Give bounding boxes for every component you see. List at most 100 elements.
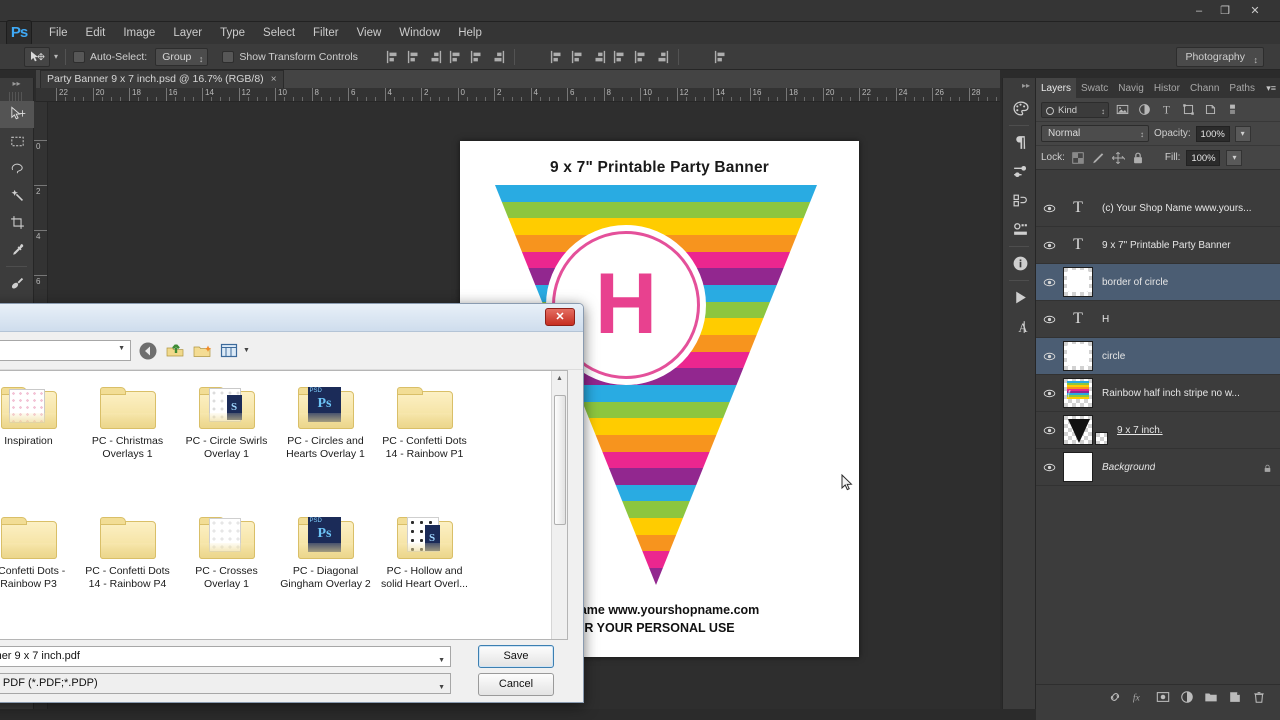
- file-item[interactable]: PSD Ps PC - Circles and Hearts Overlay 1: [276, 379, 375, 509]
- fill-input[interactable]: 100%: [1186, 149, 1221, 166]
- layer-name[interactable]: Rainbow half inch stripe no w...: [1102, 388, 1240, 399]
- layer-row[interactable]: Background: [1036, 449, 1280, 486]
- adjustments-icon[interactable]: [1003, 157, 1037, 186]
- layer-name[interactable]: circle: [1102, 351, 1125, 362]
- new-folder-icon[interactable]: [192, 341, 212, 361]
- layer-row[interactable]: T (c) Your Shop Name www.yours...: [1036, 190, 1280, 227]
- close-button[interactable]: ✕: [1244, 4, 1266, 18]
- filter-shape-icon[interactable]: [1179, 102, 1197, 118]
- menu-item-window[interactable]: Window: [390, 24, 449, 42]
- minimize-button[interactable]: –: [1188, 4, 1210, 18]
- layer-name[interactable]: 9 x 7 inch.: [1117, 425, 1163, 436]
- menu-item-view[interactable]: View: [348, 24, 391, 42]
- file-list-scrollbar[interactable]: ▲: [551, 371, 567, 639]
- file-item[interactable]: PC - Christmas Overlays 1: [78, 379, 177, 509]
- menu-item-filter[interactable]: Filter: [304, 24, 348, 42]
- layer-row[interactable]: border of circle: [1036, 264, 1280, 301]
- timeline-play-icon[interactable]: [1003, 283, 1037, 312]
- distribute-horizontal-centers-icon[interactable]: [632, 48, 650, 66]
- scrollbar-thumb[interactable]: [554, 395, 566, 525]
- panel-tab-layers[interactable]: Layers: [1036, 78, 1077, 98]
- panel-tab-swatc[interactable]: Swatc: [1076, 78, 1113, 98]
- menu-item-select[interactable]: Select: [254, 24, 304, 42]
- layer-name[interactable]: H: [1102, 314, 1109, 325]
- color-palette-icon[interactable]: [1003, 94, 1037, 123]
- actions-icon[interactable]: [1003, 215, 1037, 244]
- tools-drag-handle[interactable]: [9, 92, 24, 101]
- file-item[interactable]: PC - Confetti Dots 14 - Rainbow P4: [78, 509, 177, 639]
- filter-toggle-icon[interactable]: [1223, 102, 1241, 118]
- path-combobox[interactable]: [0, 340, 131, 361]
- align-top-edges-icon[interactable]: [447, 48, 465, 66]
- align-left-edges-icon[interactable]: [384, 48, 402, 66]
- distribute-bottom-edges-icon[interactable]: [590, 48, 608, 66]
- close-tab-icon[interactable]: ×: [271, 71, 277, 88]
- auto-select-scope-select[interactable]: Group: [155, 47, 209, 68]
- layer-visibility-toggle[interactable]: [1036, 227, 1063, 264]
- file-item[interactable]: S PC - Circle Swirls Overlay 1: [177, 379, 276, 509]
- new-layer-icon[interactable]: [1228, 690, 1242, 704]
- layer-visibility-toggle[interactable]: [1036, 412, 1063, 449]
- document-tab[interactable]: Party Banner 9 x 7 inch.psd @ 16.7% (RGB…: [40, 70, 284, 88]
- fill-stepper[interactable]: ▾: [1226, 149, 1243, 166]
- layer-name[interactable]: 9 x 7" Printable Party Banner: [1102, 240, 1231, 251]
- views-icon[interactable]: [219, 341, 239, 361]
- menu-item-image[interactable]: Image: [114, 24, 164, 42]
- layer-style-fx-icon[interactable]: fx: [1132, 690, 1146, 704]
- layer-name[interactable]: border of circle: [1102, 277, 1168, 288]
- auto-align-layers-icon[interactable]: [712, 48, 730, 66]
- up-one-level-icon[interactable]: [165, 341, 185, 361]
- lock-all-icon[interactable]: [1131, 151, 1145, 165]
- magic-wand-tool[interactable]: [0, 182, 34, 209]
- filter-adjustment-icon[interactable]: [1135, 102, 1153, 118]
- opacity-input[interactable]: 100%: [1195, 125, 1230, 142]
- filter-type-icon[interactable]: T: [1157, 102, 1175, 118]
- cancel-button[interactable]: Cancel: [478, 673, 554, 696]
- layer-visibility-toggle[interactable]: [1036, 375, 1063, 412]
- layer-visibility-toggle[interactable]: [1036, 301, 1063, 338]
- layer-visibility-toggle[interactable]: [1036, 338, 1063, 375]
- panel-tab-histor[interactable]: Histor: [1149, 78, 1185, 98]
- layer-visibility-toggle[interactable]: [1036, 449, 1063, 486]
- layer-row[interactable]: circle: [1036, 338, 1280, 375]
- align-vertical-centers-icon[interactable]: [468, 48, 486, 66]
- scroll-up-icon[interactable]: ▲: [552, 371, 567, 387]
- file-item[interactable]: S PC - Hollow and solid Heart Overl...: [375, 509, 474, 639]
- panel-tab-navig[interactable]: Navig: [1113, 78, 1149, 98]
- blend-mode-select[interactable]: Normal: [1041, 125, 1149, 143]
- distribute-left-edges-icon[interactable]: [611, 48, 629, 66]
- filename-input[interactable]: Banner 9 x 7 inch.pdf: [0, 646, 451, 670]
- add-layer-mask-icon[interactable]: [1156, 690, 1170, 704]
- tools-collapse-icon[interactable]: ▸▸: [0, 78, 33, 92]
- panel-tab-paths[interactable]: Paths: [1224, 78, 1260, 98]
- character-icon[interactable]: A: [1003, 312, 1037, 341]
- move-tool[interactable]: [0, 101, 34, 128]
- save-button[interactable]: Save: [478, 645, 554, 668]
- maximize-button[interactable]: ❐: [1214, 4, 1236, 18]
- layer-name[interactable]: Background: [1102, 462, 1155, 473]
- layer-row[interactable]: T 9 x 7" Printable Party Banner: [1036, 227, 1280, 264]
- file-item[interactable]: PC - Crosses Overlay 1: [177, 509, 276, 639]
- info-icon[interactable]: [1003, 249, 1037, 278]
- lock-image-pixels-icon[interactable]: [1091, 151, 1105, 165]
- healing-brush-tool[interactable]: [0, 270, 34, 297]
- new-group-icon[interactable]: [1204, 690, 1218, 704]
- new-adjustment-layer-icon[interactable]: [1180, 690, 1194, 704]
- paragraph-icon[interactable]: [1003, 128, 1037, 157]
- views-chevron-icon[interactable]: ▼: [243, 347, 250, 354]
- panel-menu-icon[interactable]: ▾≡: [1266, 83, 1276, 94]
- file-grid[interactable]: Inspiration PC - Christmas Overlays 1 S PC …: [0, 371, 551, 639]
- align-horizontal-centers-icon[interactable]: [405, 48, 423, 66]
- distribute-right-edges-icon[interactable]: [653, 48, 671, 66]
- lasso-tool[interactable]: [0, 155, 34, 182]
- rectangular-marquee-tool[interactable]: [0, 128, 34, 155]
- menu-item-help[interactable]: Help: [449, 24, 491, 42]
- lock-position-icon[interactable]: [1111, 151, 1125, 165]
- dialog-close-button[interactable]: ✕: [545, 308, 575, 326]
- layer-row[interactable]: TH: [1036, 301, 1280, 338]
- dock-expand-icon[interactable]: ▸▸: [1003, 78, 1035, 94]
- file-item[interactable]: PSD Ps PC - Diagonal Gingham Overlay 2: [276, 509, 375, 639]
- align-bottom-edges-icon[interactable]: [489, 48, 507, 66]
- layer-row[interactable]: 9 x 7 inch.: [1036, 412, 1280, 449]
- distribute-vertical-centers-icon[interactable]: [569, 48, 587, 66]
